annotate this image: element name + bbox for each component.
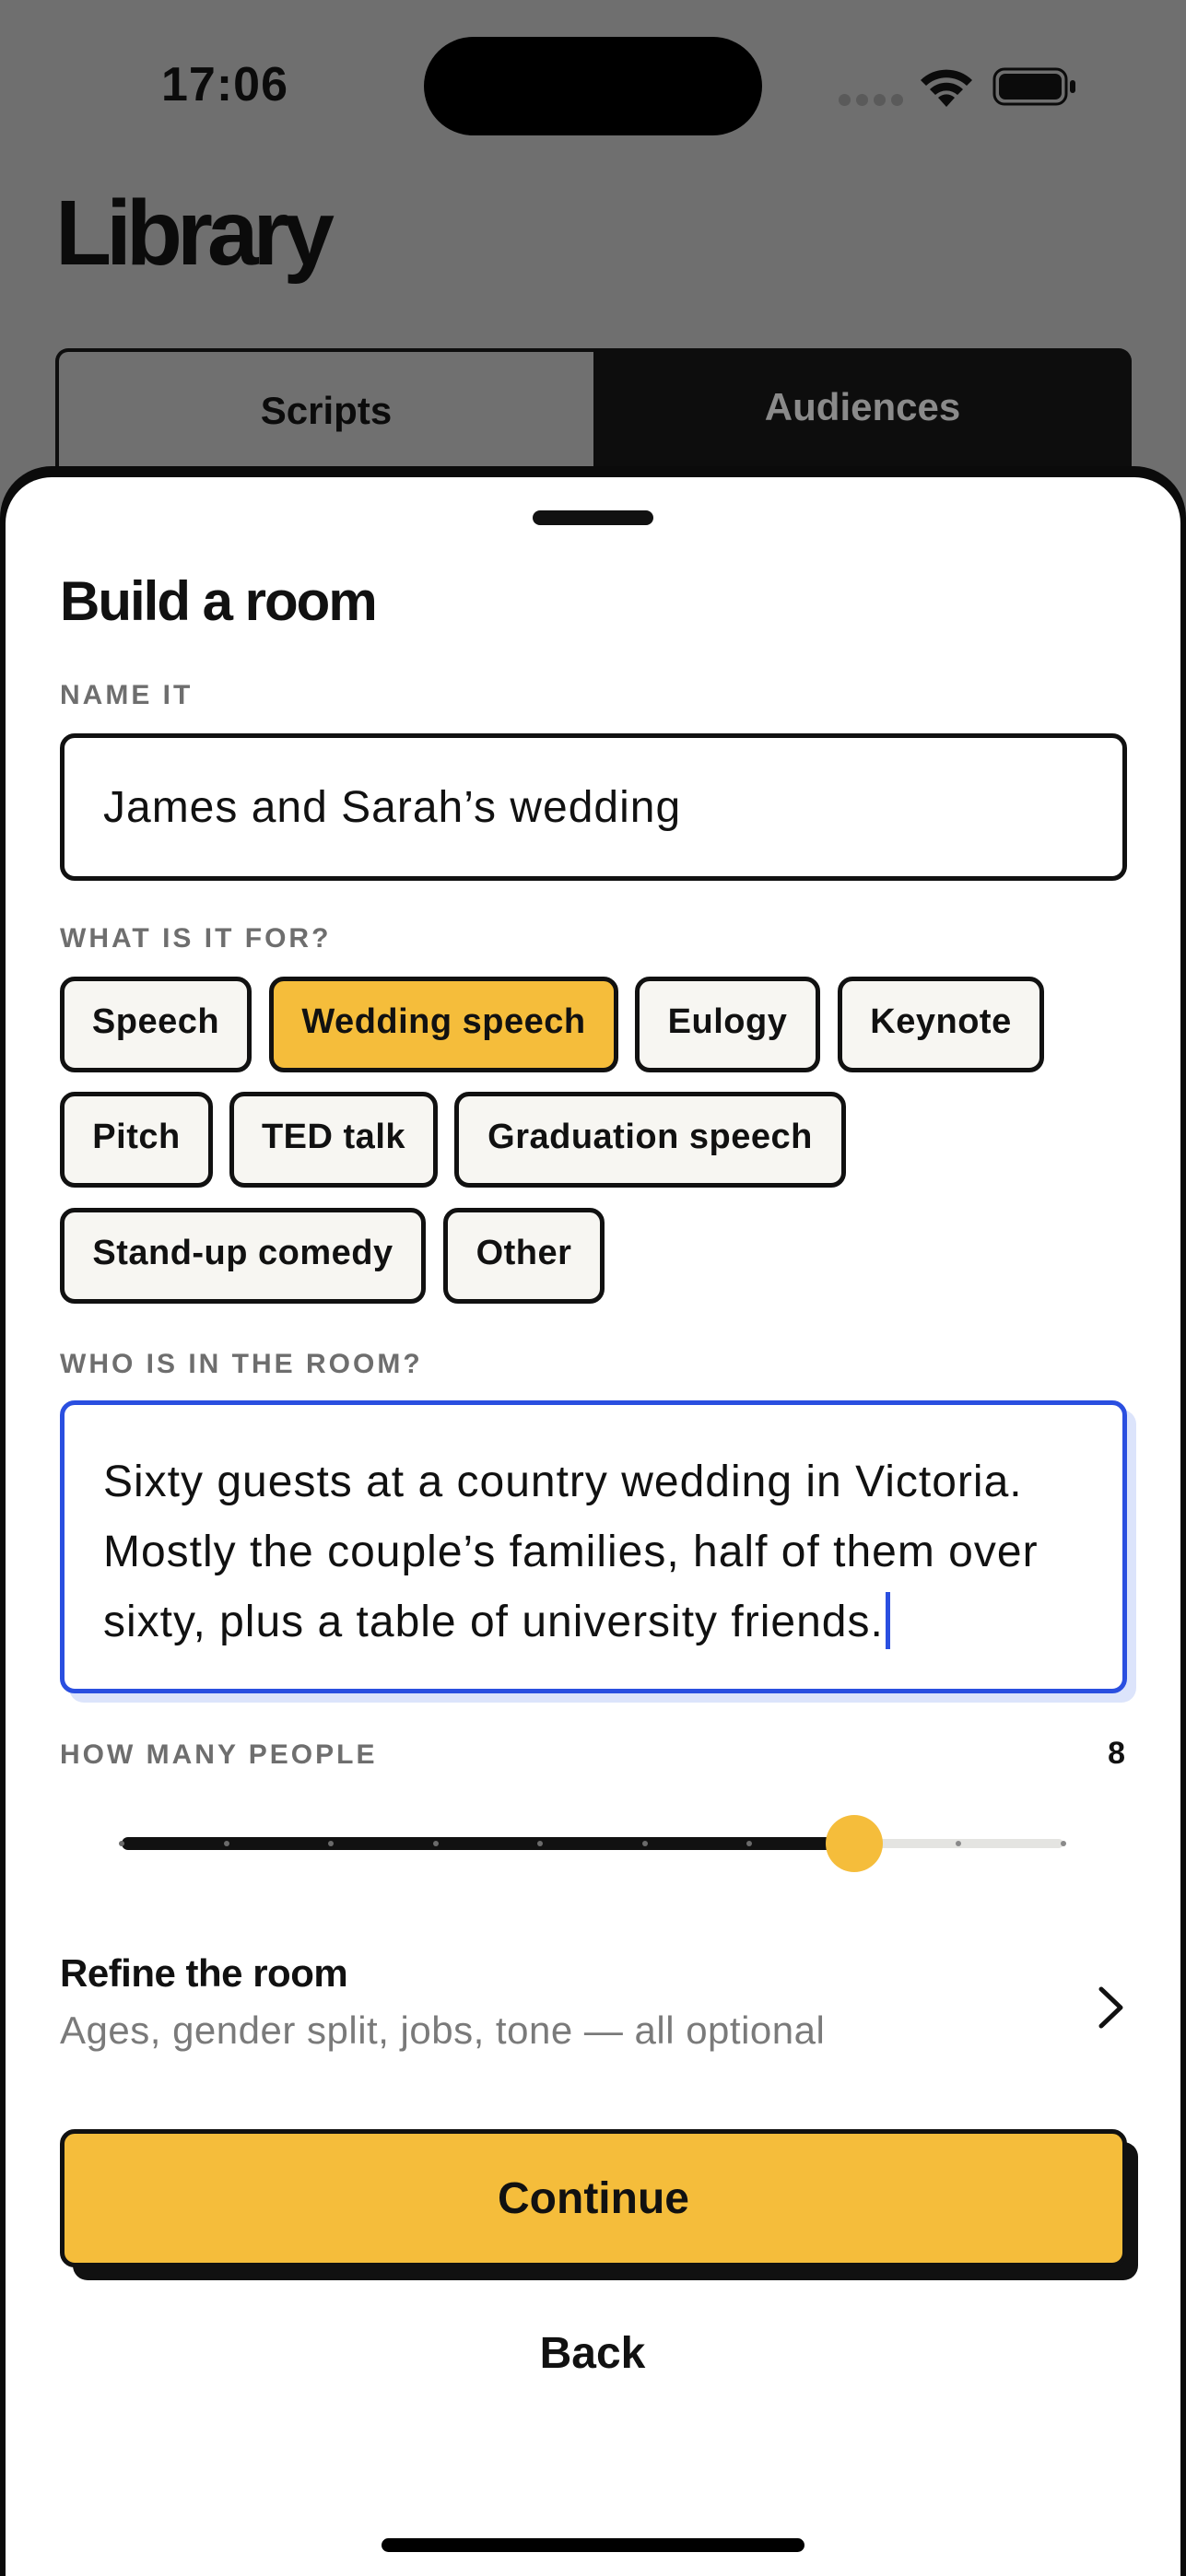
back-button[interactable]: Back bbox=[408, 2316, 777, 2390]
slider-fill bbox=[122, 1837, 854, 1850]
battery-icon bbox=[992, 67, 1075, 106]
people-slider[interactable] bbox=[119, 1815, 1066, 1872]
chevron-right-icon bbox=[1098, 1986, 1123, 2029]
people-label: HOW MANY PEOPLE bbox=[60, 1739, 378, 1770]
continue-button[interactable]: Continue bbox=[60, 2129, 1127, 2267]
people-count: 8 bbox=[1108, 1736, 1125, 1771]
chip-graduation-speech[interactable]: Graduation speech bbox=[454, 1092, 846, 1188]
chip-stand-up-comedy[interactable]: Stand-up comedy bbox=[60, 1208, 426, 1304]
purpose-label: WHAT IS IT FOR? bbox=[60, 923, 332, 954]
chip-other[interactable]: Other bbox=[443, 1208, 605, 1304]
home-indicator bbox=[382, 2538, 804, 2552]
chip-speech[interactable]: Speech bbox=[60, 977, 252, 1072]
dynamic-island bbox=[424, 37, 762, 135]
slider-tick bbox=[642, 1841, 648, 1846]
chip-wedding-speech[interactable]: Wedding speech bbox=[269, 977, 618, 1072]
slider-tick bbox=[119, 1841, 124, 1846]
slider-tick bbox=[537, 1841, 543, 1846]
slider-tick bbox=[956, 1841, 961, 1846]
chip-keynote[interactable]: Keynote bbox=[838, 977, 1044, 1072]
slider-tick bbox=[433, 1841, 439, 1846]
slider-thumb[interactable] bbox=[826, 1815, 883, 1872]
name-input[interactable]: James and Sarah’s wedding bbox=[60, 733, 1127, 881]
slider-tick bbox=[328, 1841, 334, 1846]
sheet-title: Build a room bbox=[60, 570, 378, 632]
page-title: Library bbox=[55, 181, 335, 285]
slider-tick bbox=[224, 1841, 229, 1846]
cellular-signal-icon bbox=[839, 94, 903, 107]
refine-subtitle: Ages, gender split, jobs, tone — all opt… bbox=[60, 2008, 826, 2052]
room-description-textarea[interactable]: Sixty guests at a country wedding in Vic… bbox=[60, 1400, 1127, 1693]
refine-title: Refine the room bbox=[60, 1951, 348, 1995]
text-caret bbox=[885, 1592, 890, 1649]
slider-tick bbox=[746, 1841, 752, 1846]
name-label: NAME IT bbox=[60, 680, 194, 710]
room-description-text: Sixty guests at a country wedding in Vic… bbox=[103, 1458, 1039, 1646]
chip-eulogy[interactable]: Eulogy bbox=[635, 977, 820, 1072]
slider-tick bbox=[1061, 1841, 1066, 1846]
chip-ted-talk[interactable]: TED talk bbox=[229, 1092, 438, 1188]
sheet-grabber[interactable] bbox=[533, 510, 653, 525]
room-label: WHO IS IN THE ROOM? bbox=[60, 1349, 423, 1379]
chip-pitch[interactable]: Pitch bbox=[60, 1092, 213, 1188]
status-time: 17:06 bbox=[161, 58, 288, 111]
wifi-icon bbox=[921, 69, 972, 107]
refine-room-row[interactable]: Refine the room Ages, gender split, jobs… bbox=[60, 1944, 1127, 2064]
